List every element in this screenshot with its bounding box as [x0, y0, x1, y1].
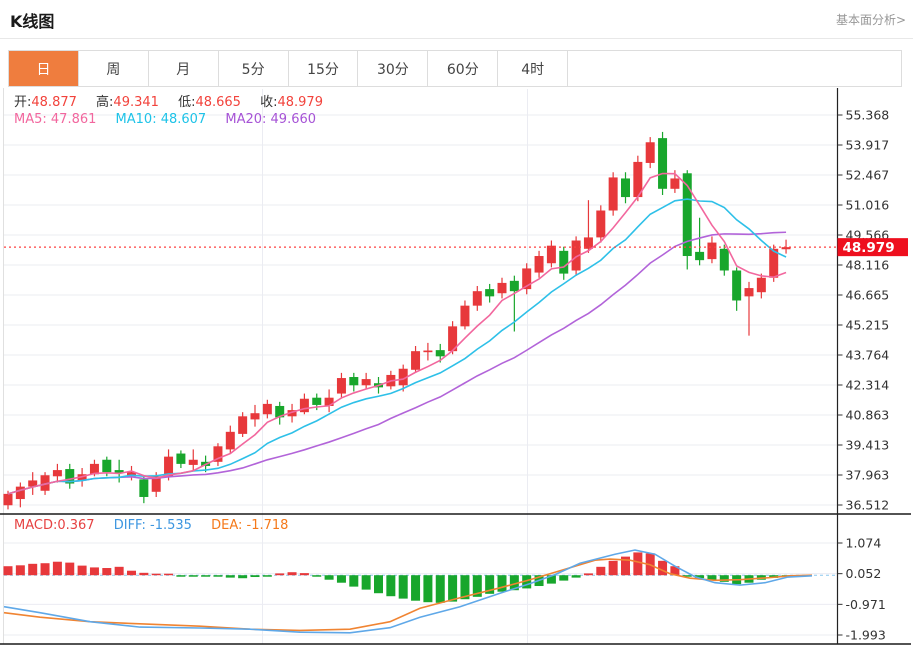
svg-text:42.314: 42.314	[846, 377, 890, 392]
open-label: 开:	[14, 95, 31, 110]
ma10-line	[8, 199, 786, 494]
tabbar-filler	[568, 51, 901, 86]
svg-text:0.052: 0.052	[846, 566, 882, 581]
page-title: K线图	[10, 8, 54, 32]
svg-text:39.413: 39.413	[846, 437, 890, 452]
tab-15min[interactable]: 15分	[289, 51, 359, 86]
svg-text:53.917: 53.917	[846, 138, 890, 153]
macd-info: MACD:0.367 DIFF: -1.535 DEA: -1.718	[14, 518, 303, 534]
svg-text:48.979: 48.979	[843, 240, 895, 256]
ma20-line	[8, 232, 786, 494]
svg-text:55.368: 55.368	[846, 108, 890, 123]
period-tabbar: 日周月5分15分30分60分4时	[8, 50, 902, 87]
close-label: 收:	[260, 95, 277, 110]
page-header: K线图 基本面分析>	[0, 0, 913, 39]
open-value: 48.877	[31, 95, 77, 110]
svg-text:-0.971: -0.971	[846, 597, 886, 612]
ma10-label: MA10:	[116, 112, 161, 127]
dea-value: -1.718	[247, 518, 289, 533]
macd-label: MACD:	[14, 518, 57, 533]
svg-text:51.016: 51.016	[846, 198, 890, 213]
high-label: 高:	[96, 95, 113, 110]
axes	[0, 88, 911, 644]
tab-5min[interactable]: 5分	[219, 51, 289, 86]
candles	[4, 132, 791, 509]
svg-text:37.963: 37.963	[846, 467, 890, 482]
svg-text:-1.993: -1.993	[846, 628, 886, 643]
diff-label: DIFF:	[114, 518, 150, 533]
low-value: 48.665	[195, 95, 241, 110]
tab-4hour[interactable]: 4时	[498, 51, 568, 86]
ma20-value: 49.660	[271, 112, 317, 127]
y-axis-labels: 55.36853.91752.46751.01649.56648.11646.6…	[838, 108, 890, 643]
macd-panel	[4, 550, 837, 633]
svg-text:1.074: 1.074	[846, 536, 882, 551]
ma-info: MA5: 47.861 MA10: 48.607 MA20: 49.660	[14, 112, 331, 128]
dea-line	[4, 559, 812, 630]
tab-month[interactable]: 月	[149, 51, 219, 86]
macd-value: 0.367	[57, 518, 94, 533]
ma20-label: MA20:	[225, 112, 270, 127]
diff-value: -1.535	[150, 518, 192, 533]
low-label: 低:	[178, 95, 195, 110]
gridlines	[4, 89, 838, 644]
high-value: 49.341	[113, 95, 159, 110]
svg-text:40.863: 40.863	[846, 408, 890, 423]
ohlc-info: 开:48.877 高:49.341 低:48.665 收:48.979	[14, 95, 338, 111]
svg-text:52.467: 52.467	[846, 168, 890, 183]
svg-text:45.215: 45.215	[846, 317, 890, 332]
ma5-line	[8, 173, 786, 493]
svg-text:36.512: 36.512	[846, 498, 890, 513]
svg-text:48.116: 48.116	[846, 257, 890, 272]
kline-page: K线图 基本面分析> 日周月5分15分30分60分4时 55.368 53.917…	[0, 0, 913, 646]
svg-text:43.764: 43.764	[846, 348, 890, 363]
tab-60min[interactable]: 60分	[428, 51, 498, 86]
dea-label: DEA:	[211, 518, 246, 533]
diff-line	[4, 550, 812, 633]
ma10-value: 48.607	[161, 112, 207, 127]
close-value: 48.979	[277, 95, 323, 110]
tab-30min[interactable]: 30分	[358, 51, 428, 86]
fundamental-analysis-link[interactable]: 基本面分析>	[836, 11, 906, 28]
tab-day[interactable]: 日	[9, 51, 79, 86]
svg-text:46.665: 46.665	[846, 288, 890, 303]
ma5-label: MA5:	[14, 112, 51, 127]
kline-chart-canvas[interactable]: 55.36853.91752.46751.01649.56648.11646.6…	[0, 88, 913, 646]
tab-week[interactable]: 周	[79, 51, 149, 86]
ma5-value: 47.861	[51, 112, 97, 127]
